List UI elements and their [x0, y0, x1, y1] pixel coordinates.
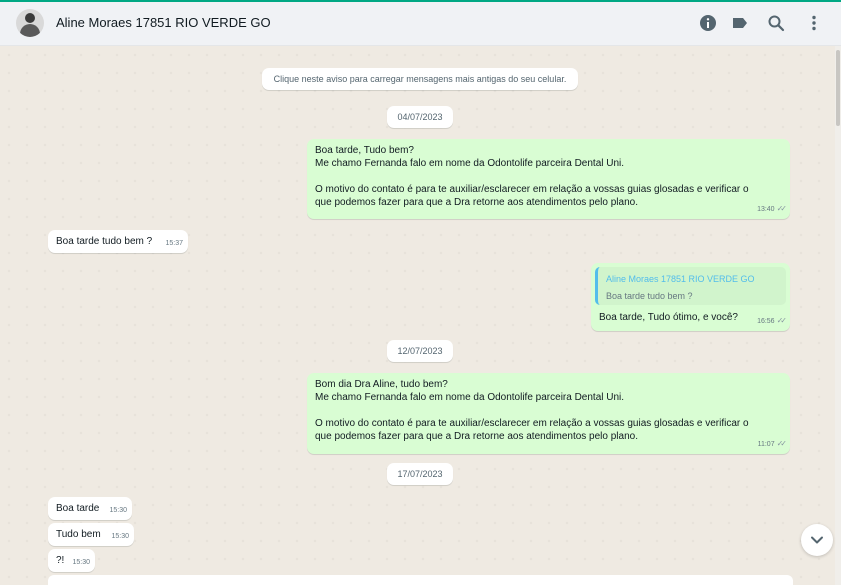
contact-avatar[interactable]: [16, 9, 44, 37]
message-time: 13:40: [757, 206, 775, 213]
message-time: 16:56: [757, 318, 775, 325]
quoted-message[interactable]: Aline Moraes 17851 RIO VERDE GO Boa tard…: [595, 267, 786, 305]
message-composer[interactable]: [48, 575, 793, 585]
date-separator: 12/07/2023: [387, 340, 453, 362]
search-icon[interactable]: [766, 13, 786, 33]
outgoing-message[interactable]: Bom dia Dra Aline, tudo bem? Me chamo Fe…: [307, 373, 790, 454]
chevron-down-icon: [811, 536, 823, 544]
message-text: que podemos fazer para que a Dra retorne…: [315, 431, 638, 442]
incoming-message[interactable]: Boa tarde tudo bem ? 15:37: [48, 230, 188, 253]
outgoing-reply-message[interactable]: Aline Moraes 17851 RIO VERDE GO Boa tard…: [591, 263, 790, 331]
message-time: 15:37: [165, 240, 183, 247]
load-older-messages-notice[interactable]: Clique neste aviso para carregar mensage…: [262, 68, 578, 90]
message-time: 15:30: [72, 559, 90, 566]
double-check-icon: ✓✓: [776, 439, 788, 448]
incoming-message[interactable]: Tudo bem 15:30: [48, 523, 134, 546]
chat-header: Aline Moraes 17851 RIO VERDE GO: [0, 2, 841, 46]
message-text: Boa tarde, Tudo bem?: [315, 145, 414, 156]
info-icon[interactable]: [698, 13, 718, 33]
message-text: que podemos fazer para que a Dra retorne…: [315, 197, 638, 208]
message-text: Boa tarde tudo bem ?: [56, 236, 153, 247]
double-check-icon: ✓✓: [776, 316, 788, 325]
message-time: 15:30: [111, 533, 129, 540]
scrollbar[interactable]: [835, 46, 841, 585]
message-text: [315, 170, 782, 183]
contact-name[interactable]: Aline Moraes 17851 RIO VERDE GO: [56, 15, 271, 30]
outgoing-message[interactable]: Boa tarde, Tudo bem? Me chamo Fernanda f…: [307, 139, 790, 219]
message-text: O motivo do contato é para te auxiliar/e…: [315, 184, 749, 195]
message-text: O motivo do contato é para te auxiliar/e…: [315, 418, 749, 429]
quoted-author: Aline Moraes 17851 RIO VERDE GO: [606, 274, 755, 284]
scroll-to-bottom-button[interactable]: [801, 524, 833, 556]
scrollbar-thumb[interactable]: [836, 50, 840, 126]
quoted-text: Boa tarde tudo bem ?: [606, 291, 693, 301]
date-separator: 17/07/2023: [387, 463, 453, 485]
message-text: Me chamo Fernanda falo em nome da Odonto…: [315, 158, 625, 169]
incoming-message[interactable]: ?! 15:30: [48, 549, 95, 572]
incoming-message[interactable]: Boa tarde 15:30: [48, 497, 132, 520]
double-check-icon: ✓✓: [776, 204, 788, 213]
menu-icon[interactable]: [804, 13, 824, 33]
message-time: 11:07: [757, 441, 775, 448]
message-text: Bom dia Dra Aline, tudo bem?: [315, 379, 448, 390]
date-separator: 04/07/2023: [387, 106, 453, 128]
label-icon[interactable]: [730, 13, 750, 33]
message-time: 15:30: [109, 507, 127, 514]
message-text: Me chamo Fernanda falo em nome da Odonto…: [315, 392, 625, 403]
message-text: Boa tarde, Tudo ótimo, e você?: [599, 312, 738, 323]
message-text: [315, 404, 782, 417]
